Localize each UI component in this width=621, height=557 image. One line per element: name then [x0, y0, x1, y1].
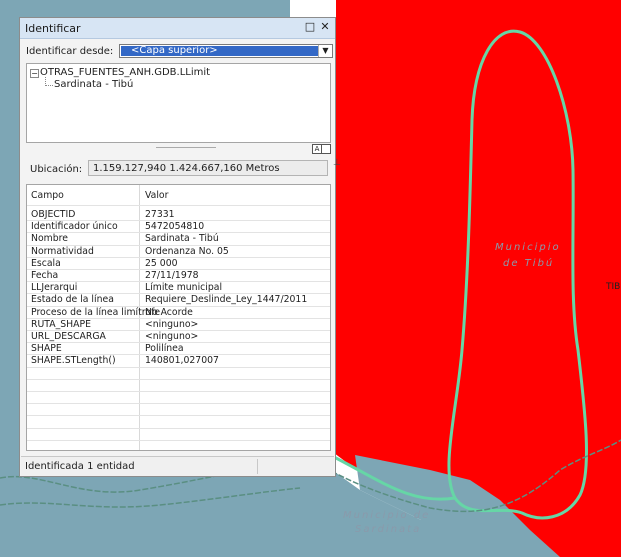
field-name: Fecha: [31, 270, 59, 281]
field-name: Identificador único: [31, 221, 118, 233]
tree-layer-node[interactable]: OTRAS_FUENTES_ANH.GDB.LLimit: [40, 67, 210, 78]
attributes-grid[interactable]: Campo Valor OBJECTID 27331 Identificador ú…: [26, 184, 331, 451]
field-value: 5472054810: [145, 221, 205, 233]
tree-connector: [45, 77, 53, 86]
row-separator: [27, 391, 330, 392]
header-separator: [27, 205, 330, 206]
chevron-down-icon[interactable]: ▼: [318, 45, 332, 57]
table-row[interactable]: LLJerarqui Límite municipal: [27, 282, 330, 294]
field-value: Límite municipal: [145, 282, 223, 294]
location-row: Ubicación: 1.159.127,940 1.424.667,160 M…: [26, 158, 331, 180]
row-separator: [27, 415, 330, 417]
status-text: Identificada 1 entidad: [25, 461, 135, 472]
window-titlebar[interactable]: Identificar □ ✕: [20, 18, 335, 39]
split-view-icon[interactable]: [321, 144, 331, 154]
field-value: 27331: [145, 209, 175, 220]
field-name: OBJECTID: [31, 209, 76, 220]
status-bar: Identificada 1 entidad: [21, 456, 334, 476]
field-value: Requiere_Deslinde_Ley_1447/2011: [145, 294, 308, 306]
field-value: 140801,027007: [145, 355, 219, 367]
location-label: Ubicación:: [30, 164, 83, 175]
collapse-icon[interactable]: −: [30, 69, 39, 78]
table-row[interactable]: Fecha 27/11/1978: [27, 270, 330, 282]
table-row[interactable]: Escala 25 000: [27, 258, 330, 270]
row-separator: [27, 439, 330, 441]
header-valor[interactable]: Valor: [145, 190, 168, 201]
row-separator: [27, 427, 330, 429]
results-tree[interactable]: − OTRAS_FUENTES_ANH.GDB.LLimit Sardinata…: [26, 63, 331, 143]
field-name: SHAPE.STLength(): [31, 355, 116, 367]
field-name: RUTA_SHAPE: [31, 318, 91, 330]
label-municipio-sardinata-1: Municipio de: [343, 510, 430, 521]
tree-feature-node[interactable]: Sardinata - Tibú: [54, 79, 133, 90]
field-value: 27/11/1978: [145, 270, 199, 281]
identify-from-dropdown[interactable]: <Capa superior> ▼: [119, 44, 333, 58]
field-value: Sardinata - Tibú: [145, 233, 219, 245]
panel-splitter[interactable]: A: [26, 144, 331, 154]
field-name: Proceso de la línea limítrofe: [31, 306, 161, 318]
status-separator: [257, 459, 258, 474]
field-name: LLJerarqui: [31, 282, 78, 294]
header-campo[interactable]: Campo: [31, 190, 64, 201]
field-name: Escala: [31, 257, 61, 269]
field-name: Nombre: [31, 233, 68, 245]
grid-header: Campo Valor: [27, 190, 330, 202]
row-separator: [27, 403, 330, 405]
identify-window: Identificar □ ✕ Identificar desde: <Capa…: [19, 17, 341, 477]
field-value: <ninguno>: [145, 331, 199, 342]
table-row[interactable]: Estado de la línea Requiere_Deslinde_Ley_…: [27, 294, 330, 306]
identify-from-label: Identificar desde:: [26, 46, 114, 57]
table-row[interactable]: Nombre Sardinata - Tibú: [27, 233, 330, 245]
label-municipio-sardinata-2: Sardinata: [355, 524, 421, 535]
field-name: Normatividad: [31, 245, 94, 257]
table-row[interactable]: Proceso de la línea limítrofe No Acorde: [27, 307, 330, 319]
table-row[interactable]: OBJECTID 27331: [27, 209, 330, 221]
label-tibu-edge: TIB: [605, 282, 620, 292]
table-row[interactable]: SHAPE Polilínea: [27, 343, 330, 355]
field-name: URL_DESCARGA: [31, 331, 106, 342]
pin-icon[interactable]: ⊥: [333, 158, 341, 168]
field-value: No Acorde: [145, 306, 193, 318]
table-row[interactable]: Identificador único 5472054810: [27, 221, 330, 233]
field-name: Estado de la línea: [31, 294, 114, 306]
table-row[interactable]: SHAPE.STLength() 140801,027007: [27, 355, 330, 367]
table-row[interactable]: URL_DESCARGA <ninguno>: [27, 331, 330, 343]
field-value: Ordenanza No. 05: [145, 245, 229, 257]
row-separator: [27, 378, 330, 380]
label-municipio-tibu-2: de Tibú: [503, 257, 554, 269]
identify-from-selected: <Capa superior>: [121, 46, 318, 56]
close-icon[interactable]: ✕: [318, 20, 332, 34]
table-row[interactable]: RUTA_SHAPE <ninguno>: [27, 319, 330, 331]
restore-icon[interactable]: □: [303, 20, 317, 34]
label-municipio-tibu-1: Municipio: [495, 242, 561, 253]
table-row[interactable]: Normatividad Ordenanza No. 05: [27, 246, 330, 258]
field-value: Polilínea: [145, 343, 184, 355]
field-value: 25 000: [145, 257, 178, 269]
window-title: Identificar: [25, 22, 81, 35]
field-value: <ninguno>: [145, 318, 199, 330]
field-name: SHAPE: [31, 343, 62, 355]
splitter-grip: [156, 147, 216, 150]
location-value[interactable]: 1.159.127,940 1.424.667,160 Metros: [88, 160, 328, 176]
